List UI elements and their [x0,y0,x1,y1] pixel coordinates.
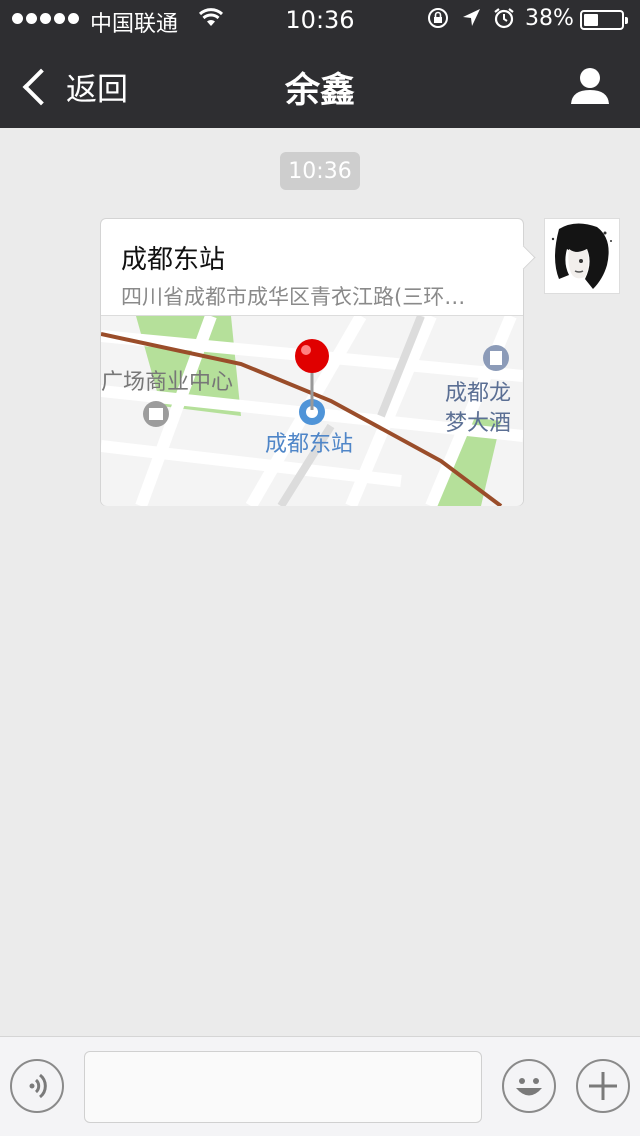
message-timestamp: 10:36 [280,152,360,190]
alarm-icon [492,6,516,35]
avatar-image [545,219,619,293]
location-message-bubble[interactable]: 成都东站 四川省成都市成华区青衣江路(三环… 广场商业中心 成都龙 梦大酒 成都… [100,218,536,506]
map-label: 广场商业中心 [101,370,233,395]
rotation-lock-icon [426,6,450,35]
map-label: 成都龙 [445,381,511,406]
plus-icon [589,1072,617,1100]
nav-bar: 返回 余鑫 [0,40,640,128]
battery-percent: 38% [525,6,574,31]
input-bar [0,1036,640,1136]
location-arrow-icon [460,6,482,35]
map-label: 梦大酒 [445,411,511,436]
person-icon [571,68,609,104]
landmark-icon [143,401,169,427]
map-pin-label: 成都东站 [265,432,353,457]
avatar[interactable] [544,218,620,294]
chat-title: 余鑫 [284,71,355,111]
map-image: 广场商业中心 成都龙 梦大酒 成都东站 [101,316,523,506]
status-bar: 中国联通 10:36 38% [0,0,640,40]
message-input[interactable] [84,1051,482,1123]
voice-icon [29,1073,47,1099]
voice-button[interactable] [10,1059,64,1113]
location-map[interactable]: 广场商业中心 成都龙 梦大酒 成都东站 [101,315,523,506]
emoji-button[interactable] [502,1059,556,1113]
battery-icon [580,10,628,30]
bubble-tail [511,245,536,270]
location-address: 四川省成都市成华区青衣江路(三环… [121,285,466,309]
emoji-icon [516,1078,542,1096]
profile-button[interactable] [568,66,612,106]
plus-button[interactable] [576,1059,630,1113]
hotel-icon [483,345,509,371]
location-title: 成都东站 [121,245,226,275]
